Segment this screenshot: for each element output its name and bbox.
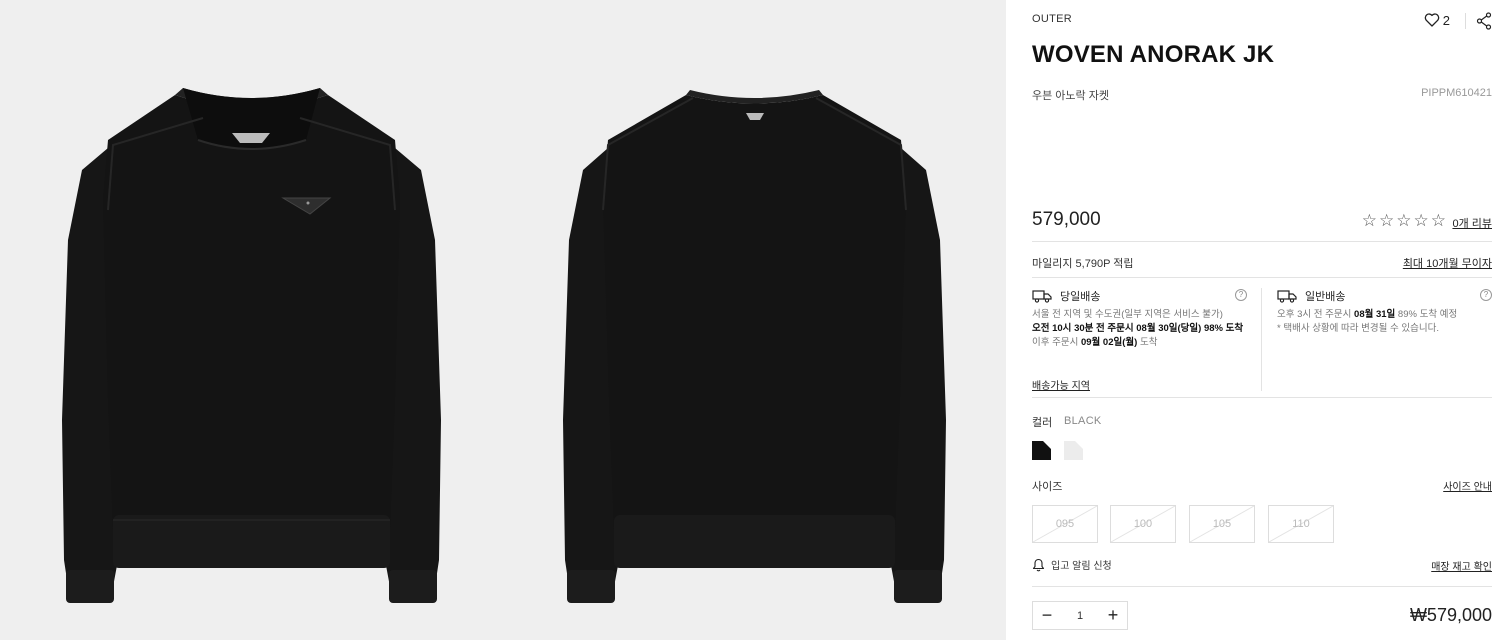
size-value: 110 [1292,518,1310,530]
share-icon[interactable] [1476,12,1492,30]
rating-stars: ☆ ☆ ☆ ☆ ☆ [1362,212,1446,229]
product-price: 579,000 [1032,209,1101,230]
product-code: PIPPM610421 [1421,87,1492,99]
quantity-value[interactable]: 1 [1061,610,1099,622]
color-swatch-white[interactable] [1064,441,1083,460]
size-guide-link[interactable]: 사이즈 안내 [1443,478,1492,493]
star-icon: ☆ [1413,211,1429,230]
selected-color: BLACK [1064,415,1102,427]
size-value: 105 [1212,518,1232,530]
quantity-increase-button[interactable]: + [1099,602,1127,629]
standard-eta: 오후 3시 전 주문시 08월 31일 89% 도착 예정 [1277,309,1458,320]
delivery-area-link[interactable]: 배송가능 지역 [1032,377,1090,392]
color-label: 컬러 [1032,417,1053,429]
truck-icon [1277,290,1297,303]
product-image-back[interactable] [503,0,1006,640]
truck-icon [1032,290,1052,303]
size-option-095[interactable]: 095 [1032,505,1098,543]
star-icon: ☆ [1396,211,1412,230]
divider [1032,277,1492,278]
help-icon[interactable]: ? [1235,289,1247,301]
star-icon: ☆ [1361,211,1377,230]
restock-label: 입고 알림 신청 [1051,561,1112,572]
size-label: 사이즈 [1032,481,1063,493]
size-value: 095 [1055,518,1075,530]
color-swatch-black[interactable] [1032,441,1051,460]
same-day-after: 이후 주문시 09월 02일(월) 도착 [1032,337,1158,348]
size-option-105[interactable]: 105 [1189,505,1255,543]
same-day-cutoff: 오전 10시 30분 전 주문시 08월 30일(당일) 98% 도착 [1032,323,1244,334]
store-stock-link[interactable]: 매장 재고 확인 [1431,558,1492,573]
jacket-front-illustration [0,0,503,640]
same-day-delivery: 당일배송 ? 서울 전 지역 및 수도권(일부 지역은 서비스 불가) 오전 1… [1032,288,1247,350]
total-price: ₩579,000 [1409,605,1492,625]
restock-alert-button[interactable]: 입고 알림 신청 [1032,557,1112,572]
standard-notice: * 택배사 상황에 따라 변경될 수 있습니다. [1277,323,1440,334]
help-icon[interactable]: ? [1480,289,1492,301]
like-button[interactable]: 2 [1424,12,1450,28]
star-icon: ☆ [1379,211,1395,230]
quantity-decrease-button[interactable]: − [1033,602,1061,629]
divider [1032,397,1492,398]
standard-delivery: 일반배송 ? 오후 3시 전 주문시 08월 31일 89% 도착 예정 * 택… [1277,288,1492,336]
size-option-110[interactable]: 110 [1268,505,1334,543]
header-divider [1465,13,1466,29]
product-subtitle: 우븐 아노락 자켓 [1032,90,1109,102]
product-gallery [0,0,1006,640]
product-category[interactable]: OUTER [1032,13,1072,25]
shipping-divider [1261,288,1262,391]
jacket-back-illustration [503,0,1006,640]
bell-icon [1032,558,1045,571]
same-day-area: 서울 전 지역 및 수도권(일부 지역은 서비스 불가) [1032,309,1223,320]
quantity-stepper: − 1 + [1032,601,1128,630]
size-option-100[interactable]: 100 [1110,505,1176,543]
product-title: WOVEN ANORAK JK [1032,41,1275,68]
size-value: 100 [1133,518,1153,530]
star-icon: ☆ [1430,211,1446,230]
standard-title: 일반배송 [1305,291,1346,303]
review-count-link[interactable]: 0개 리뷰 [1452,215,1492,231]
same-day-title: 당일배송 [1060,291,1101,303]
product-image-front[interactable] [0,0,503,640]
installment-link[interactable]: 최대 10개월 무이자 [1403,255,1492,271]
mileage-info: 마일리지 5,790P 적립 [1032,258,1134,270]
divider [1032,586,1492,587]
divider [1032,241,1492,242]
heart-icon [1424,13,1440,27]
product-info-panel: OUTER 2 WOVEN ANORAK JK 우븐 아노락 자켓 PIPPM6… [1032,0,1492,640]
like-count: 2 [1442,12,1450,28]
